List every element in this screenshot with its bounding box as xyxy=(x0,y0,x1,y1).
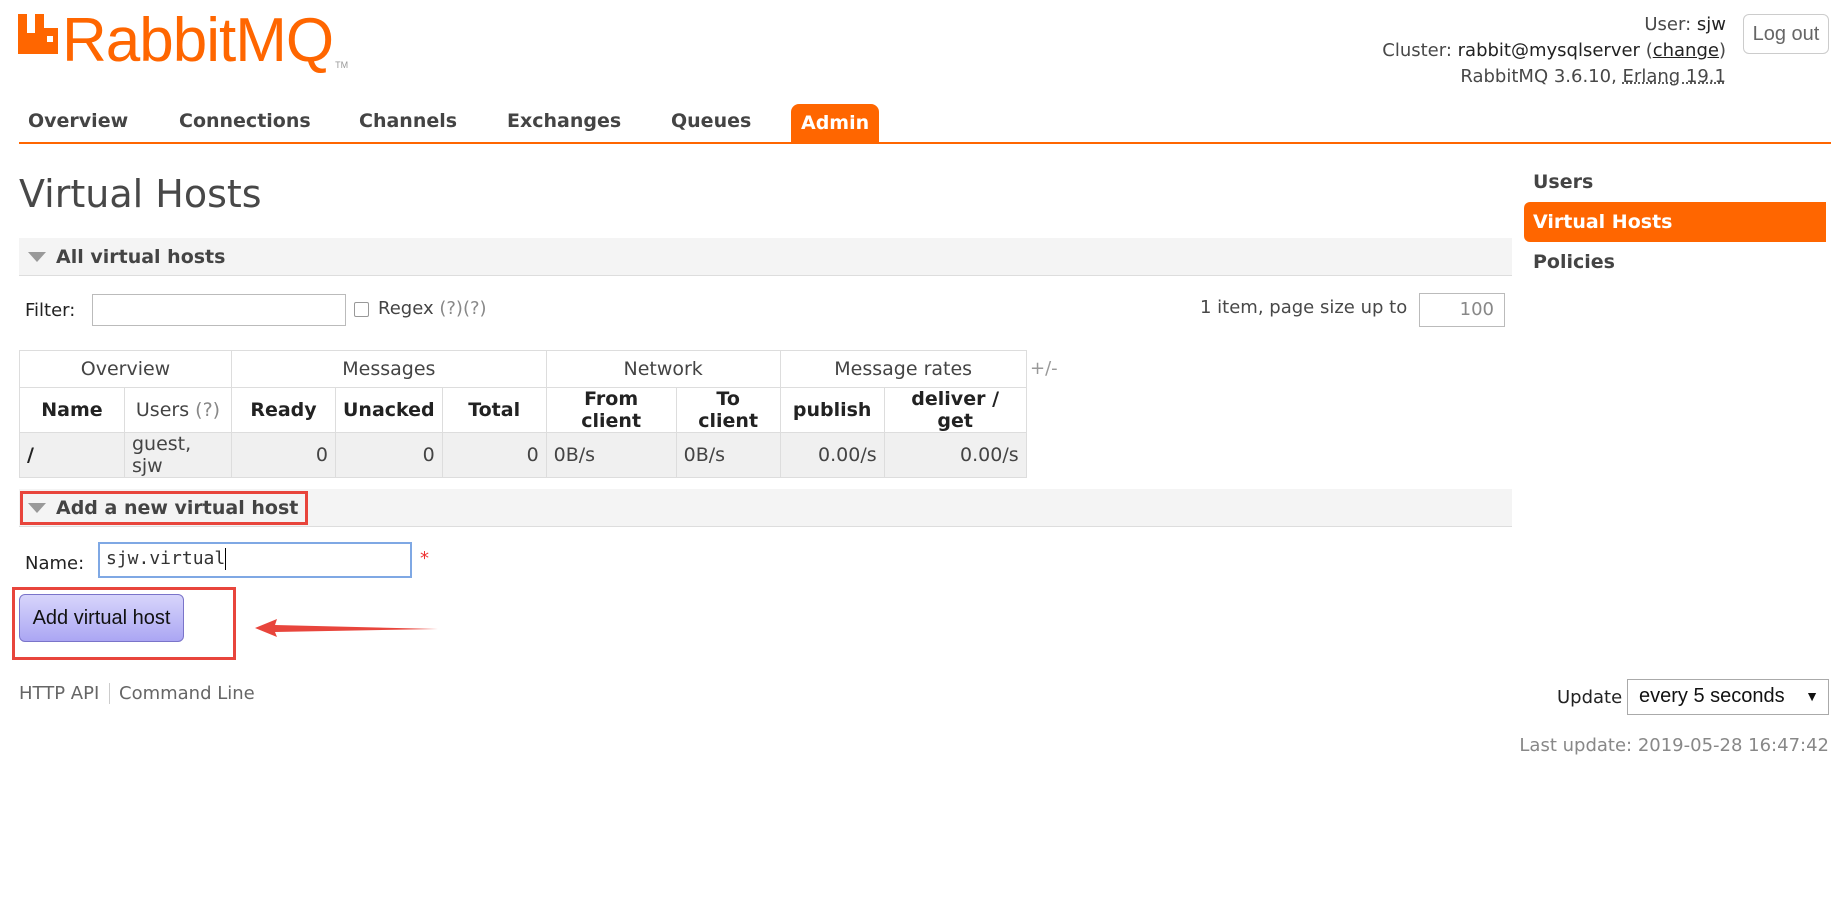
logout-button[interactable]: Log out xyxy=(1743,14,1829,54)
paren-close: ) xyxy=(1718,40,1726,61)
tab-queues[interactable]: Queues xyxy=(671,110,751,132)
cluster-line: Cluster: rabbit@mysqlserver (change) xyxy=(1382,38,1726,64)
tab-admin[interactable]: Admin xyxy=(791,104,880,144)
regex-checkbox[interactable] xyxy=(354,302,369,317)
rabbitmq-version: RabbitMQ 3.6.10, xyxy=(1460,66,1617,87)
header-info: User: sjw Cluster: rabbit@mysqlserver (c… xyxy=(1382,12,1726,90)
all-vhosts-section-header[interactable]: All virtual hosts xyxy=(19,238,1512,276)
command-line-link[interactable]: Command Line xyxy=(119,683,255,704)
collapse-triangle-icon xyxy=(28,252,46,262)
cell-ready: 0 xyxy=(231,432,336,478)
col-publish[interactable]: publish xyxy=(779,387,885,433)
vhosts-table: Overview Messages Network Message rates … xyxy=(19,350,1027,478)
filter-input[interactable] xyxy=(92,294,346,326)
group-messages: Messages xyxy=(231,350,547,388)
paren-open: ( xyxy=(1645,40,1653,61)
page-size-input[interactable]: 100 xyxy=(1419,293,1505,327)
cell-to-client: 0B/s xyxy=(675,432,781,478)
col-from-client[interactable]: From client xyxy=(545,387,677,433)
cell-unacked: 0 xyxy=(335,432,443,478)
group-overview: Overview xyxy=(19,350,232,388)
trademark: TM xyxy=(335,60,349,70)
update-interval-value: every 5 seconds xyxy=(1639,685,1785,707)
page-title: Virtual Hosts xyxy=(19,172,262,216)
cell-publish: 0.00/s xyxy=(779,432,885,478)
all-vhosts-heading: All virtual hosts xyxy=(56,246,226,268)
rabbit-logo-icon xyxy=(18,14,58,54)
tab-overview[interactable]: Overview xyxy=(28,110,128,132)
erlang-version: Erlang 19.1 xyxy=(1622,66,1726,87)
tab-exchanges[interactable]: Exchanges xyxy=(507,110,621,132)
cell-from-client: 0B/s xyxy=(545,432,677,478)
cluster-label: Cluster: xyxy=(1382,40,1452,61)
col-total[interactable]: Total xyxy=(441,387,547,433)
group-header-row: Overview Messages Network Message rates xyxy=(19,350,1027,388)
user-name: sjw xyxy=(1696,14,1726,35)
col-ready[interactable]: Ready xyxy=(231,387,336,433)
filter-label: Filter: xyxy=(25,300,76,321)
text-caret xyxy=(225,548,227,570)
col-name[interactable]: Name xyxy=(19,387,125,433)
update-label: Update xyxy=(1557,687,1623,708)
col-deliver-get[interactable]: deliver / get xyxy=(883,387,1027,433)
user-line: User: sjw xyxy=(1382,12,1726,38)
cell-deliver-get: 0.00/s xyxy=(883,432,1027,478)
sidebar-item-policies[interactable]: Policies xyxy=(1524,242,1826,282)
user-label: User: xyxy=(1644,14,1692,35)
users-help-link[interactable]: (?) xyxy=(195,399,220,421)
annotation-arrow-icon xyxy=(255,619,438,637)
regex-help-link[interactable]: (?)(?) xyxy=(439,298,486,319)
main-nav-tabs: Overview Connections Channels Exchanges … xyxy=(19,104,1831,144)
column-header-row: Name Users (?) Ready Unacked Total From … xyxy=(19,387,1027,433)
http-api-link[interactable]: HTTP API xyxy=(19,683,111,704)
regex-text: Regex xyxy=(378,298,434,319)
sidebar-item-users[interactable]: Users xyxy=(1524,162,1826,202)
col-users-label: Users xyxy=(135,399,190,421)
update-interval-select[interactable]: every 5 seconds ▼ xyxy=(1627,679,1829,715)
col-users[interactable]: Users (?) xyxy=(123,387,233,433)
brand-name: RabbitMQ xyxy=(62,6,334,75)
group-message-rates: Message rates xyxy=(779,350,1027,388)
pagination-info: 1 item, page size up to xyxy=(1200,297,1408,318)
required-mark: * xyxy=(420,548,429,569)
cluster-name: rabbit@mysqlserver xyxy=(1457,40,1640,61)
rabbitmq-logo[interactable]: RabbitMQ TM xyxy=(18,6,349,75)
col-unacked[interactable]: Unacked xyxy=(335,387,443,433)
sidebar-item-virtual-hosts[interactable]: Virtual Hosts xyxy=(1524,202,1826,242)
cell-total: 0 xyxy=(441,432,547,478)
column-toggle-link[interactable]: +/- xyxy=(1030,358,1058,379)
last-update-timestamp: Last update: 2019-05-28 16:47:42 xyxy=(1519,735,1829,756)
tab-channels[interactable]: Channels xyxy=(359,110,457,132)
vhost-name-link[interactable]: / xyxy=(19,432,125,478)
group-network: Network xyxy=(545,350,781,388)
chevron-down-icon: ▼ xyxy=(1805,688,1819,704)
annotation-highlight-box xyxy=(20,491,308,525)
cell-users: guest, sjw xyxy=(123,432,233,478)
col-to-client[interactable]: To client xyxy=(675,387,781,433)
version-line: RabbitMQ 3.6.10, Erlang 19.1 xyxy=(1382,64,1726,90)
name-label: Name: xyxy=(25,553,85,574)
tab-connections[interactable]: Connections xyxy=(179,110,311,132)
change-cluster-link[interactable]: change xyxy=(1653,40,1719,61)
vhost-name-value: sjw.virtual xyxy=(106,548,226,569)
table-row[interactable]: / guest, sjw 0 0 0 0B/s 0B/s 0.00/s 0.00… xyxy=(19,432,1027,478)
regex-label: Regex (?)(?) xyxy=(378,298,487,319)
vhost-name-input[interactable]: sjw.virtual xyxy=(98,542,412,578)
add-virtual-host-button[interactable]: Add virtual host xyxy=(19,594,184,642)
